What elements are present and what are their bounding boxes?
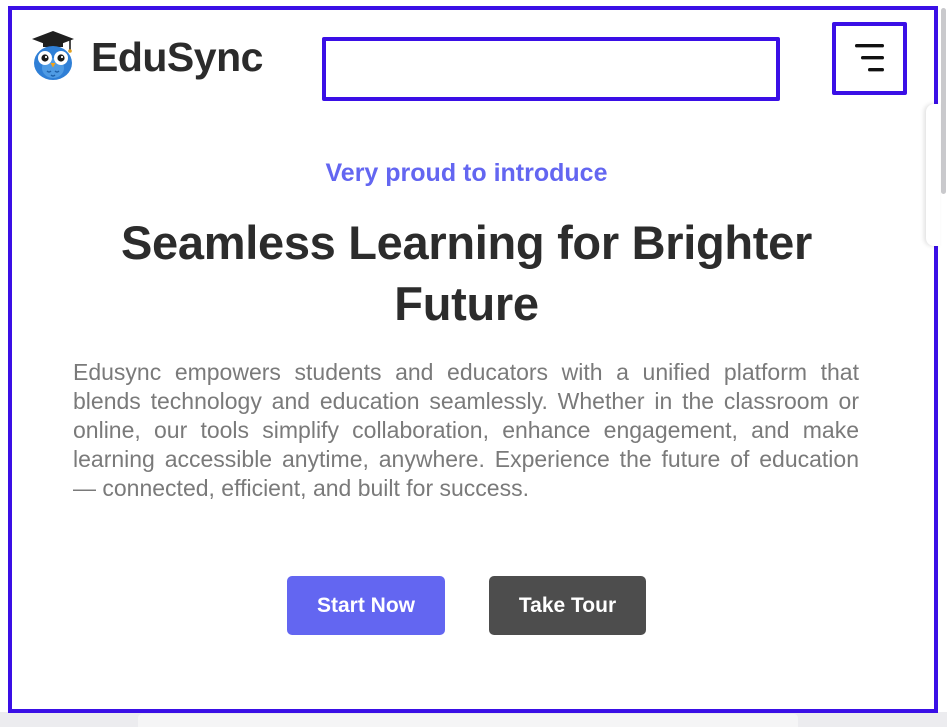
owl-logo-icon[interactable] xyxy=(30,29,76,81)
page: EduSync Very proud to introduce Seamless… xyxy=(0,0,947,727)
hero-description: Edusync empowers students and educators … xyxy=(73,359,859,501)
menu-lines-icon xyxy=(855,44,884,72)
brand-name[interactable]: EduSync xyxy=(91,31,263,83)
menu-button[interactable] xyxy=(832,22,907,95)
start-now-button[interactable]: Start Now xyxy=(287,576,445,635)
scrollbar-thumb[interactable] xyxy=(941,8,946,194)
hero-headline: Seamless Learning for Brighter Future xyxy=(121,216,812,330)
search-box[interactable] xyxy=(322,37,780,101)
hero-eyebrow: Very proud to introduce xyxy=(325,159,608,187)
bottom-strip-card xyxy=(138,714,798,727)
take-tour-button[interactable]: Take Tour xyxy=(489,576,646,635)
bottom-strip xyxy=(0,712,947,727)
